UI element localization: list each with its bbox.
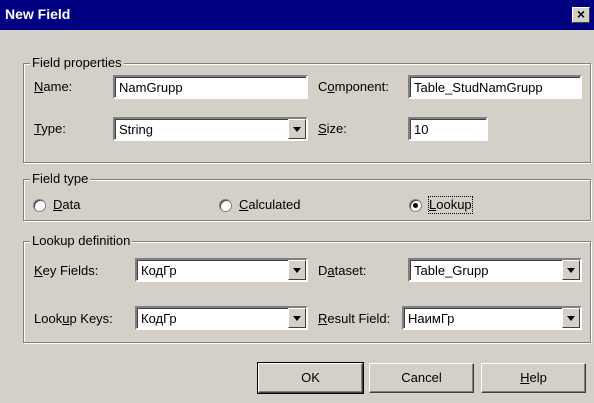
ok-button[interactable]: OK [257,362,364,394]
size-label: Size: [318,121,347,136]
radio-data[interactable]: Data [33,197,153,213]
lookup-keys-label: Lookup Keys: [34,311,113,326]
result-field-label: Result Field: [318,311,391,326]
size-field[interactable]: 10 [408,117,488,141]
chevron-down-icon[interactable] [562,260,580,280]
key-fields-label: Key Fields: [34,263,99,278]
cancel-button[interactable]: Cancel [369,363,474,393]
field-properties-legend: Field properties [30,55,124,71]
field-type-legend: Field type [30,171,91,187]
help-button[interactable]: Help [481,363,586,393]
lookup-keys-select[interactable]: КодГр [135,306,308,330]
radio-lookup-label: Lookup [428,196,473,214]
type-select[interactable]: String [113,117,308,141]
component-label: Component: [318,79,389,94]
component-field[interactable]: Table_StudNamGrupp [408,75,582,99]
chevron-down-icon[interactable] [288,308,306,328]
close-icon[interactable]: × [572,7,590,23]
chevron-down-icon[interactable] [288,260,306,280]
radio-button [33,199,46,212]
chevron-down-icon[interactable] [562,308,580,328]
new-field-dialog: New Field × Field properties Name: NamGr… [0,0,594,403]
radio-data-label: Data [53,197,81,212]
title-bar[interactable]: New Field × [0,0,594,30]
radio-calculated[interactable]: Calculated [219,197,349,213]
radio-button [219,199,232,212]
lookup-definition-legend: Lookup definition [30,233,133,249]
dataset-select[interactable]: Table_Grupp [408,258,582,282]
chevron-down-icon[interactable] [288,119,306,139]
key-fields-select[interactable]: КодГр [135,258,308,282]
radio-lookup[interactable]: Lookup [409,196,529,214]
type-label: Type: [34,121,66,136]
radio-button-selected [409,199,422,212]
name-label: Name: [34,79,73,94]
dataset-label: Dataset: [318,263,367,278]
name-field[interactable]: NamGrupp [113,75,308,99]
dialog-title: New Field [5,6,71,22]
result-field-select[interactable]: НаимГр [402,306,582,330]
radio-calculated-label: Calculated [239,197,301,212]
